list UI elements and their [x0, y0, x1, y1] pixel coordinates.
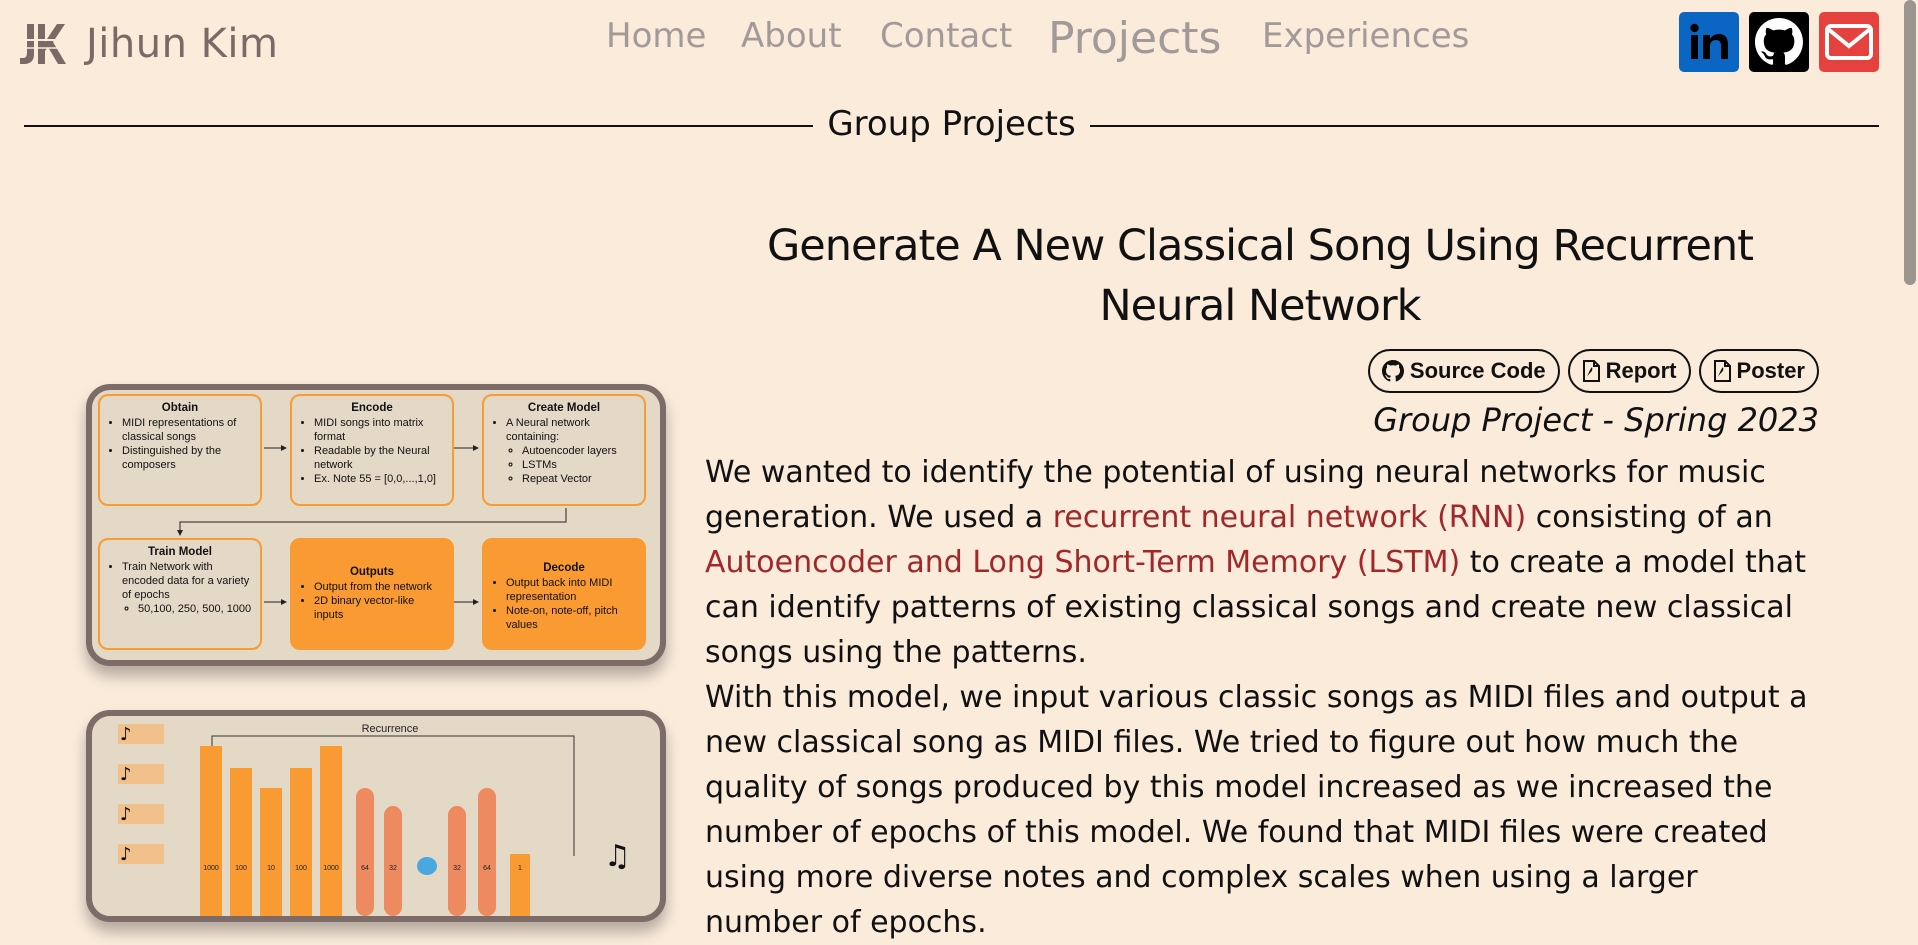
- network-layer: [448, 806, 466, 916]
- flow-box-title: Encode: [351, 402, 393, 414]
- flow-item: Train Network with encoded data for a va…: [122, 560, 252, 602]
- social-links: [1679, 12, 1879, 72]
- input-notes: ♪ ♪ ♪ ♪: [118, 724, 164, 865]
- pdf-icon: [1582, 360, 1600, 382]
- flow-box-create-model: Create Model A Neural network containing…: [482, 394, 646, 506]
- source-code-button[interactable]: Source Code: [1367, 349, 1560, 393]
- highlight-lstm: Autoencoder and Long Short-Term Memory (…: [705, 545, 1461, 580]
- description-paragraph-2: With this model, we input various classi…: [705, 680, 1808, 940]
- music-note-icon: ♪: [120, 724, 132, 745]
- section-title-text: Group Projects: [813, 104, 1090, 144]
- music-note-icon: ♪: [120, 804, 132, 825]
- network-layer: [417, 857, 437, 875]
- desc-text: consisting of an: [1526, 500, 1773, 535]
- mail-icon[interactable]: [1819, 12, 1879, 72]
- flow-box-decode: Decode Output back into MIDI representat…: [482, 538, 646, 650]
- network-layer: [290, 768, 312, 916]
- flow-item: MIDI songs into matrix format: [314, 416, 444, 444]
- highlight-rnn: recurrent neural network (RNN): [1052, 500, 1527, 535]
- network-layer-label: 64: [361, 865, 369, 872]
- network-layer: [260, 788, 282, 916]
- network-layer-label: 1000: [203, 865, 219, 872]
- logo-mark: [18, 18, 70, 70]
- flow-item: A Neural network containing:: [506, 416, 636, 444]
- network-layer-label: 32: [389, 865, 397, 872]
- flow-item: 2D binary vector-like inputs: [314, 594, 444, 622]
- report-label: Report: [1605, 358, 1677, 383]
- project-subtitle: Group Project - Spring 2023: [1373, 401, 1819, 439]
- network-layer-label: 1: [518, 865, 522, 872]
- network-layer-label: 10: [267, 865, 275, 872]
- project-links: Source Code Report Poster: [1367, 349, 1819, 393]
- network-layers: 1000 100 10 100 1000 64 32 32 64 1: [200, 746, 530, 916]
- github-icon[interactable]: [1749, 12, 1809, 72]
- network-layer: [478, 788, 496, 916]
- project-description: We wanted to identify the potential of u…: [705, 450, 1815, 945]
- network-layer: [356, 788, 374, 916]
- flow-item: Autoencoder layers: [522, 444, 636, 458]
- network-layer-label: 100: [295, 865, 307, 872]
- flow-box-outputs: Outputs Output from the network2D binary…: [290, 538, 454, 650]
- network-layer: [320, 746, 342, 916]
- network-layer-label: 1000: [323, 865, 339, 872]
- poster-button[interactable]: Poster: [1698, 349, 1819, 393]
- music-note-icon: ♪: [120, 844, 132, 865]
- network-layer: [230, 768, 252, 916]
- flow-item: LSTMs: [522, 458, 636, 472]
- nav-about[interactable]: About: [741, 14, 842, 58]
- flow-box-train-model: Train Model Train Network with encoded d…: [98, 538, 262, 650]
- network-layer-label: 32: [453, 865, 461, 872]
- flow-item: 50,100, 250, 500, 1000: [138, 602, 252, 616]
- network-layer: [384, 806, 402, 916]
- site-logo[interactable]: Jihun Kim: [18, 18, 279, 70]
- flow-item: Output from the network: [314, 580, 444, 594]
- section-title: Group Projects: [24, 104, 1879, 144]
- flow-item: Ex. Note 55 = [0,0,...,1,0]: [314, 472, 444, 486]
- flow-item: Output back into MIDI representation: [506, 576, 636, 604]
- network-layer: [510, 854, 530, 916]
- flow-item: Repeat Vector: [522, 472, 636, 486]
- github-icon: [1381, 360, 1404, 382]
- nav-experiences[interactable]: Experiences: [1262, 14, 1469, 58]
- pdf-icon: [1713, 360, 1731, 382]
- section-heading: Group Projects: [24, 104, 1879, 144]
- flow-item: Note-on, note-off, pitch values: [506, 604, 636, 632]
- page-scrollbar[interactable]: [1904, 0, 1916, 285]
- network-diagram: Recurrence ♪ ♪ ♪ ♪ 1000 100 10 100 1000 64 32 3…: [118, 723, 631, 916]
- poster-label: Poster: [1736, 358, 1805, 383]
- music-note-icon: ♪: [120, 764, 132, 785]
- network-layer-label: 100: [235, 865, 247, 872]
- flow-box-title: Obtain: [161, 402, 199, 414]
- flow-box-title: Train Model: [148, 546, 212, 558]
- flow-box-title: Outputs: [349, 566, 395, 578]
- network-layer-label: 64: [483, 865, 491, 872]
- project-title: Generate A New Classical Song Using Recu…: [766, 221, 1754, 331]
- network-diagram-image: Recurrence ♪ ♪ ♪ ♪ 1000 100 10 100 1000 64 32 3…: [86, 710, 666, 922]
- flow-box-encode: Encode MIDI songs into matrix formatRead…: [290, 394, 454, 506]
- flow-box-title: Decode: [543, 562, 585, 574]
- flow-box-obtain: Obtain MIDI representations of classical…: [98, 394, 262, 506]
- output-music-icon: ♫: [604, 839, 631, 874]
- report-button[interactable]: Report: [1567, 349, 1691, 393]
- linkedin-icon[interactable]: [1679, 12, 1739, 72]
- nav-projects[interactable]: Projects: [1048, 14, 1221, 64]
- flow-item: Distinguished by the composers: [122, 444, 252, 472]
- flow-box-title: Create Model: [527, 402, 601, 414]
- recurrence-label: Recurrence: [362, 723, 419, 735]
- flow-item: MIDI representations of classical songs: [122, 416, 252, 444]
- network-layer: [200, 746, 222, 916]
- site-name: Jihun Kim: [86, 21, 279, 67]
- nav-contact[interactable]: Contact: [880, 14, 1012, 58]
- source-code-label: Source Code: [1409, 358, 1546, 383]
- description-paragraph-1: We wanted to identify the potential of u…: [705, 450, 1815, 675]
- nav-home[interactable]: Home: [606, 14, 706, 58]
- flow-item: Readable by the Neural network: [314, 444, 444, 472]
- flowchart-image: Obtain MIDI representations of classical…: [86, 384, 666, 666]
